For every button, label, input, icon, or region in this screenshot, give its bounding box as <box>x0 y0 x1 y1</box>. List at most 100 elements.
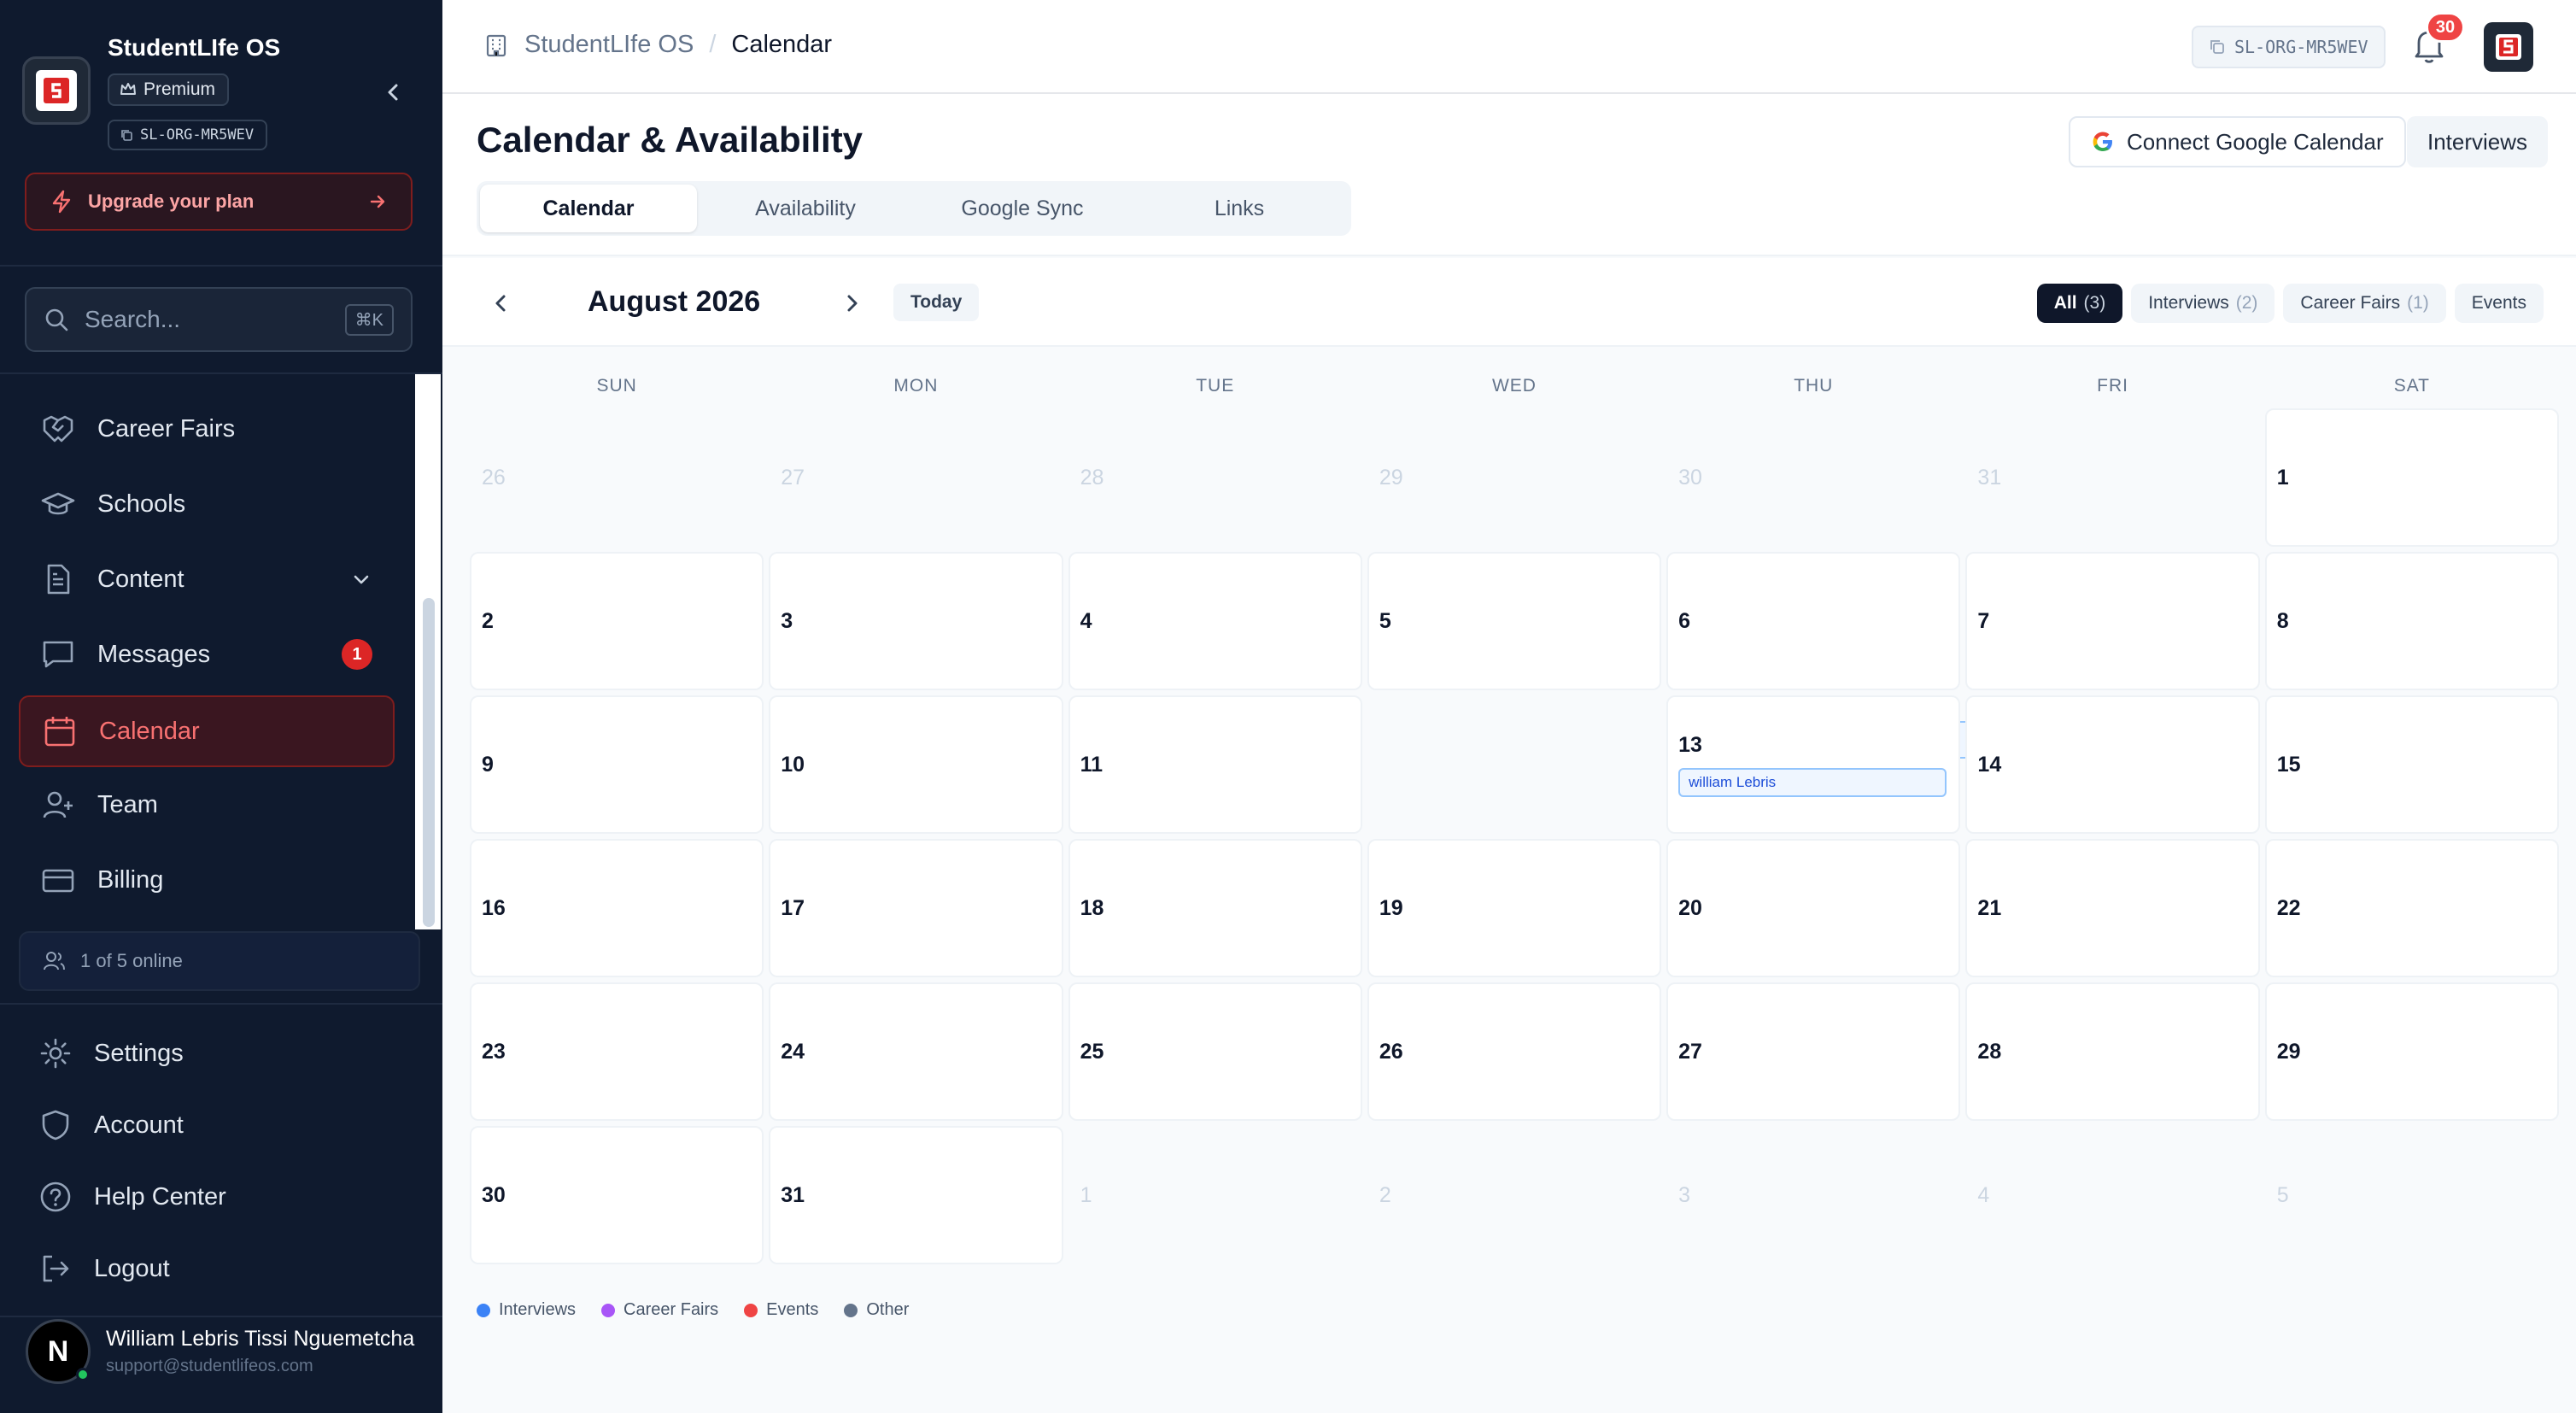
filter-career-fairs[interactable]: Career Fairs (1) <box>2283 284 2446 323</box>
nav-item-help-center[interactable]: Help Center <box>19 1165 395 1228</box>
message-icon <box>41 637 75 671</box>
nav-item-billing[interactable]: Billing <box>19 844 395 916</box>
calendar-day-outside: 26 <box>470 408 764 547</box>
calendar-day[interactable]: 11 <box>1068 695 1362 834</box>
user-profile[interactable]: N William Lebris Tissi Nguemetcha suppor… <box>26 1319 414 1384</box>
calendar-day[interactable]: 6 <box>1666 552 1961 690</box>
org-code-tag[interactable]: SL-ORG-MR5WEV <box>108 120 268 150</box>
calendar-day[interactable]: 26 <box>1367 982 1662 1121</box>
calendar-day[interactable]: 31 <box>769 1126 1063 1264</box>
calendar-day[interactable]: 28 <box>1965 982 2260 1121</box>
calendar-day[interactable]: 21 <box>1965 839 2260 977</box>
legend-item: Career Fairs <box>601 1300 718 1320</box>
chevron-down-icon[interactable] <box>350 568 372 590</box>
calendar-day[interactable]: 22 <box>2264 839 2559 977</box>
calendar-day[interactable]: 30 <box>470 1126 764 1264</box>
filter-events[interactable]: Events <box>2454 284 2544 323</box>
search-input[interactable]: Search... ⌘K <box>25 287 413 352</box>
calendar-day[interactable]: 15 <box>2264 695 2559 834</box>
nav-item-account[interactable]: Account <box>19 1093 395 1157</box>
calendar-day[interactable]: 9 <box>470 695 764 834</box>
nav-item-settings[interactable]: Settings <box>19 1022 395 1085</box>
day-number: 25 <box>1080 1039 1104 1064</box>
calendar-day[interactable]: 25 <box>1068 982 1362 1121</box>
tab-calendar[interactable]: Calendar <box>480 185 697 232</box>
calendar-day[interactable]: 14 <box>1965 695 2260 834</box>
sidebar-scrollbar[interactable] <box>423 598 435 927</box>
calendar-day[interactable]: 4 <box>1068 552 1362 690</box>
calendar-day[interactable]: 7 <box>1965 552 2260 690</box>
app-name: StudentLIfe OS <box>108 34 281 61</box>
nav-item-messages[interactable]: Messages 1 <box>19 619 395 690</box>
day-number: 29 <box>2276 1039 2301 1064</box>
nav-item-content[interactable]: Content <box>19 543 395 615</box>
nav-item-career-fairs[interactable]: Career Fairs <box>19 393 395 465</box>
calendar-day[interactable]: 3 <box>769 552 1063 690</box>
shield-icon <box>39 1109 72 1141</box>
chevron-right-icon <box>847 295 858 312</box>
nav-item-schools[interactable]: Schools <box>19 468 395 540</box>
calendar-day[interactable]: 10 <box>769 695 1063 834</box>
calendar-day[interactable]: 1 <box>2264 408 2559 547</box>
collapse-sidebar-button[interactable] <box>379 79 407 106</box>
page-title: Calendar & Availability <box>477 120 864 160</box>
nav-item-logout[interactable]: Logout <box>19 1237 395 1300</box>
weekday-header: FRI <box>2097 376 2128 396</box>
calendar-day[interactable]: 18 <box>1068 839 1362 977</box>
calendar-day[interactable]: 16 <box>470 839 764 977</box>
calendar-day[interactable]: 8 <box>2264 552 2559 690</box>
online-status: 1 of 5 online <box>19 931 420 991</box>
calendar-day[interactable]: 27 <box>1666 982 1961 1121</box>
calendar-day-outside: 31 <box>1965 408 2259 547</box>
connect-google-calendar-button[interactable]: Connect Google Calendar <box>2069 116 2406 167</box>
calendar-day[interactable]: 5 <box>1367 552 1662 690</box>
upgrade-label: Upgrade your plan <box>88 191 255 212</box>
org-logo-button[interactable] <box>2484 22 2533 72</box>
weekday-header: THU <box>1794 376 1834 396</box>
tab-links[interactable]: Links <box>1131 185 1348 232</box>
nav-item-calendar[interactable]: Calendar <box>19 695 395 767</box>
day-number: 29 <box>1379 465 1403 490</box>
calendar-day-outside: 1 <box>1068 1126 1362 1264</box>
day-number: 9 <box>482 752 494 777</box>
divider <box>0 265 442 267</box>
handshake-icon <box>41 412 75 446</box>
tab-availability[interactable]: Availability <box>697 185 914 232</box>
page-header: Calendar & Availability Connect Google C… <box>442 94 2576 256</box>
nav-item-team[interactable]: Team <box>19 769 395 841</box>
app-logo[interactable] <box>22 56 91 125</box>
calendar-day[interactable]: 19 <box>1367 839 1662 977</box>
org-code-copy-button[interactable]: SL-ORG-MR5WEV <box>2192 26 2386 68</box>
online-indicator <box>76 1368 90 1381</box>
calendar-day-outside: 29 <box>1367 408 1661 547</box>
calendar-day[interactable]: 23 <box>470 982 764 1121</box>
calendar-day[interactable]: 2 <box>470 552 764 690</box>
next-month-button[interactable] <box>839 290 864 316</box>
legend-label: Events <box>766 1300 819 1319</box>
filter-interviews[interactable]: Interviews (2) <box>2131 284 2275 323</box>
interviews-button[interactable]: Interviews <box>2407 116 2549 167</box>
calendar-toolbar: August 2026 Today All (3) Interviews (2) C… <box>442 258 2576 347</box>
calendar-day[interactable]: 20 <box>1666 839 1961 977</box>
day-number: 27 <box>1678 1039 1702 1064</box>
nav-label: Account <box>94 1111 184 1139</box>
google-icon <box>2091 130 2115 154</box>
calendar-day[interactable]: 24 <box>769 982 1063 1121</box>
calendar-day[interactable]: 13 william Lebris <box>1666 695 1961 834</box>
filter-all[interactable]: All (3) <box>2036 284 2123 323</box>
online-status-label: 1 of 5 online <box>80 950 183 971</box>
calendar-day[interactable]: 29 <box>2264 982 2559 1121</box>
breadcrumb-root[interactable]: StudentLIfe OS <box>524 31 694 59</box>
calendar-day[interactable]: 17 <box>769 839 1063 977</box>
day-number: 1 <box>1080 1182 1092 1207</box>
today-button[interactable]: Today <box>893 284 980 321</box>
calendar-event-chip[interactable]: william Lebris <box>1678 767 1947 797</box>
day-number: 20 <box>1678 895 1702 920</box>
upgrade-plan-button[interactable]: Upgrade your plan <box>25 173 413 231</box>
day-number: 16 <box>482 895 506 920</box>
notification-count-badge: 30 <box>2426 12 2465 43</box>
tab-google-sync[interactable]: Google Sync <box>914 185 1131 232</box>
previous-month-button[interactable] <box>489 290 514 316</box>
day-number: 15 <box>2276 752 2301 777</box>
day-number: 2 <box>482 608 494 633</box>
